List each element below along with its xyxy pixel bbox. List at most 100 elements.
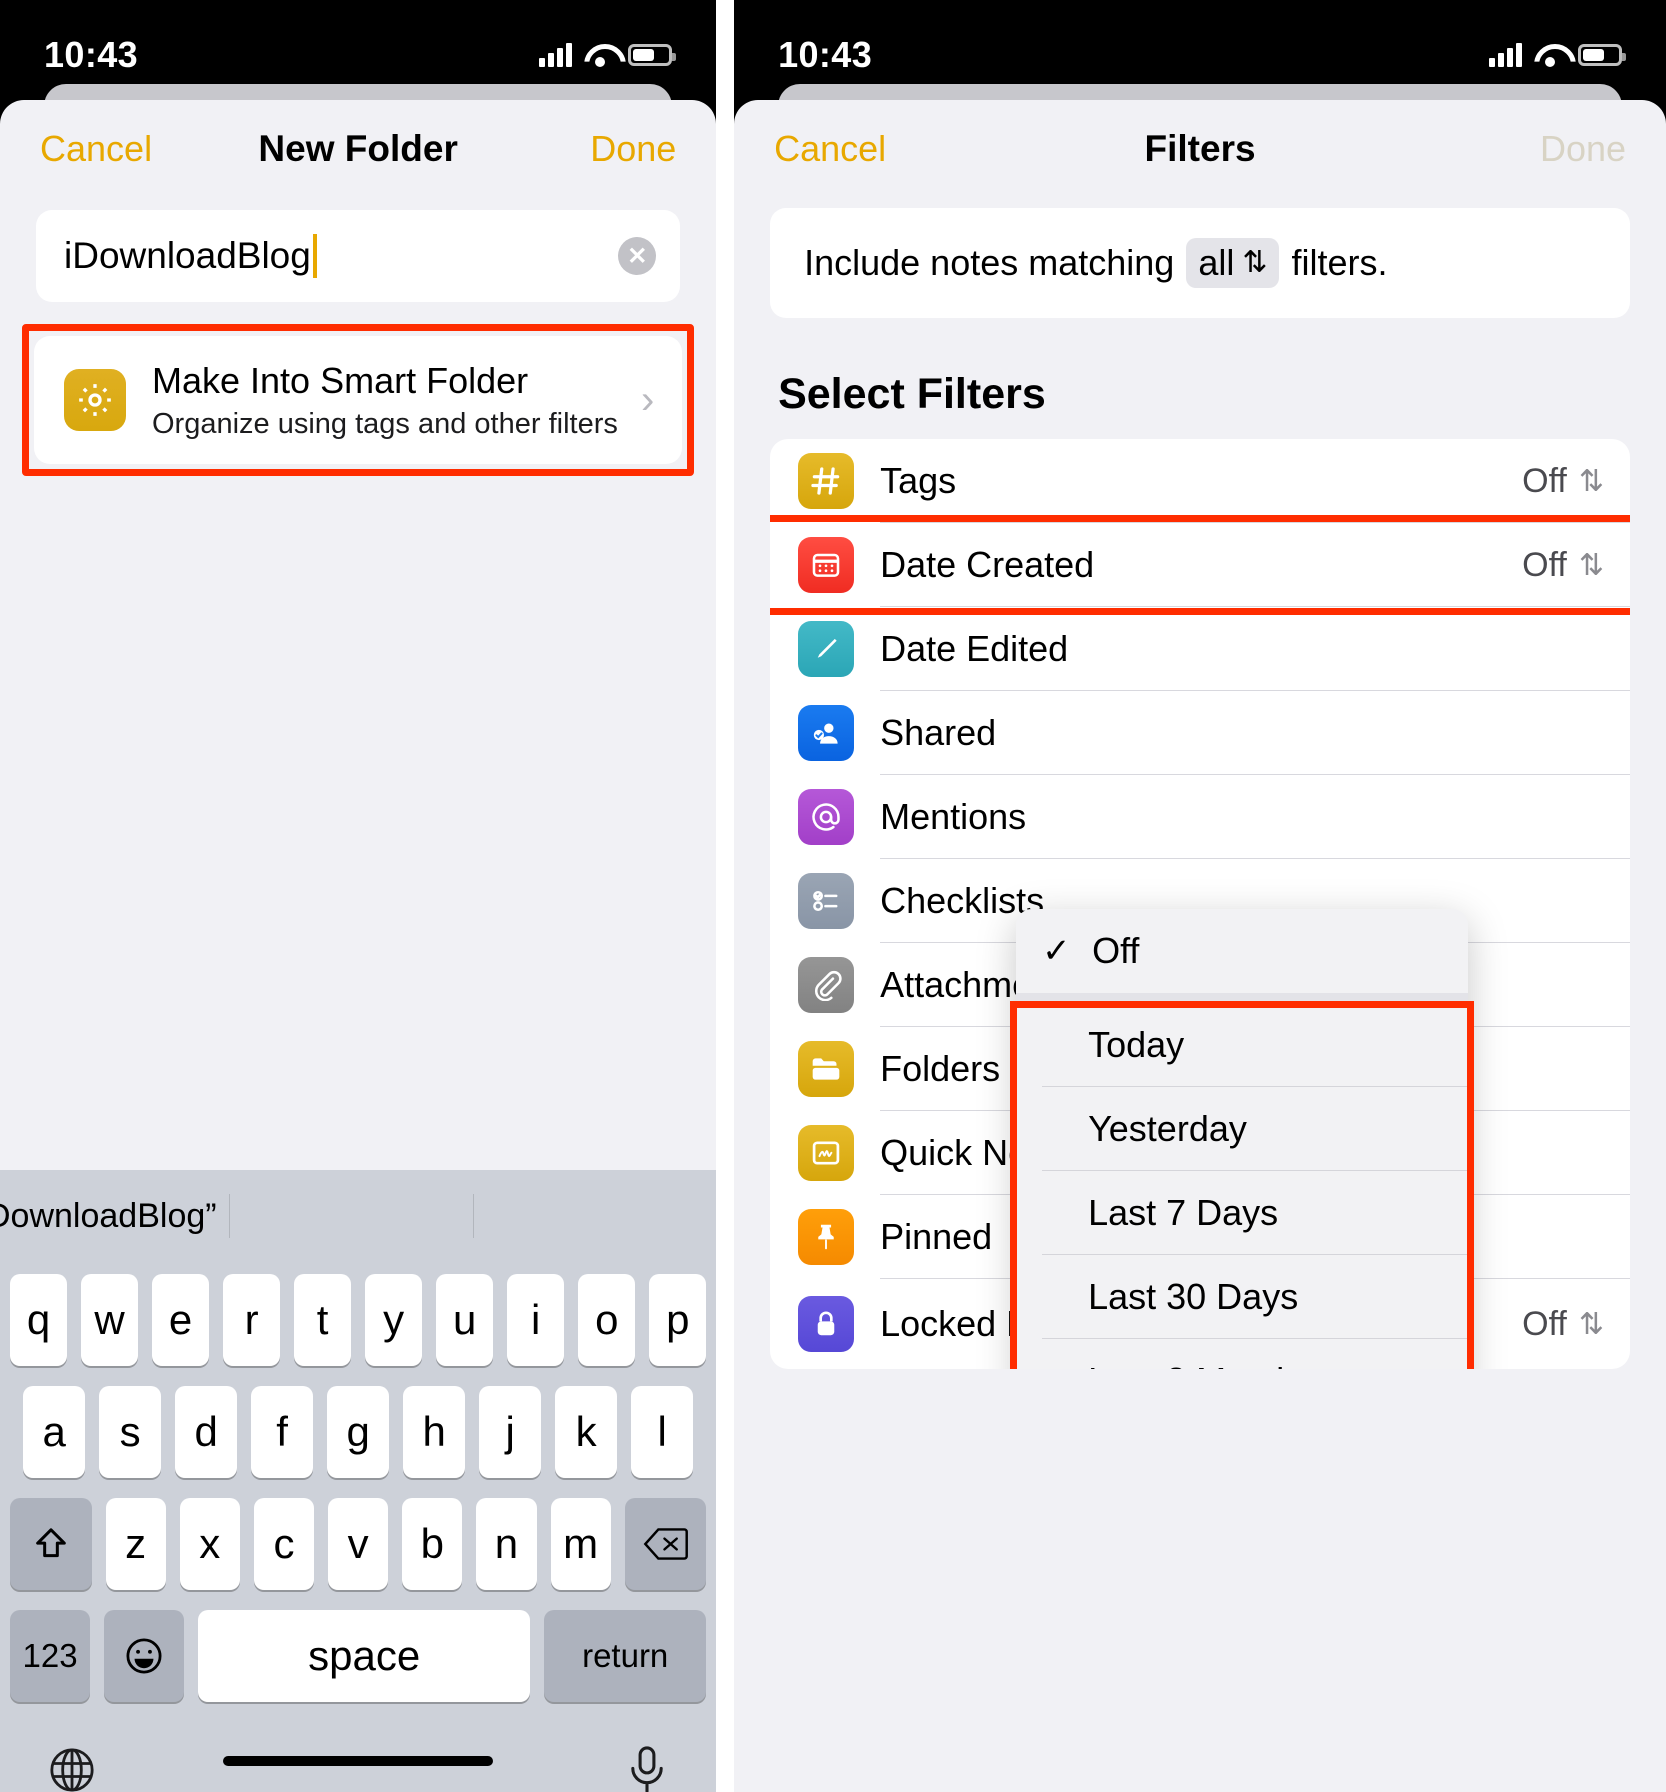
dual-screenshot-stage: 10:43 Cancel New Folder Done iDownloadBl… (0, 0, 1666, 1792)
key-s[interactable]: s (99, 1386, 162, 1478)
make-into-smart-folder-row[interactable]: Make Into Smart Folder Organize using ta… (34, 336, 683, 464)
status-bar-left: 10:43 (0, 0, 716, 88)
text-caret (312, 234, 317, 278)
prediction-bar: DownloadBlog” (0, 1170, 716, 1262)
done-button[interactable]: Done (590, 128, 676, 170)
filters-list: Tags Off ⇅ Date Created Off ⇅ Date Edite… (770, 439, 1631, 1369)
key-i[interactable]: i (507, 1274, 565, 1366)
key-x[interactable]: x (179, 1498, 240, 1590)
prediction-1[interactable]: DownloadBlog” (0, 1197, 229, 1236)
section-title: Select Filters (778, 370, 1046, 418)
panel-divider (716, 0, 735, 1792)
done-button: Done (1539, 128, 1627, 169)
key-k[interactable]: k (555, 1386, 618, 1478)
folder-name-field-wrap: iDownloadBlog ✕ (0, 198, 716, 302)
pencil-icon (798, 621, 855, 677)
filter-label: Date Created (880, 544, 1095, 585)
checkmark-icon: ✓ (1042, 932, 1071, 970)
cancel-button[interactable]: Cancel (40, 128, 152, 170)
key-n[interactable]: n (476, 1498, 537, 1590)
key-h[interactable]: h (403, 1386, 466, 1478)
left-phone-screen: 10:43 Cancel New Folder Done iDownloadBl… (0, 0, 717, 1792)
up-down-chevron-icon[interactable]: ⇅ (1579, 1307, 1604, 1342)
cellular-signal-icon (539, 43, 573, 67)
key-g[interactable]: g (327, 1386, 390, 1478)
key-p[interactable]: p (649, 1274, 707, 1366)
filter-row-date-edited[interactable]: Date Edited (770, 607, 1631, 691)
up-down-chevron-icon[interactable]: ⇅ (1579, 464, 1604, 499)
smart-folder-title: Make Into Smart Folder (152, 359, 529, 401)
menu-group-divider (1016, 993, 1469, 1003)
return-key[interactable]: return (544, 1610, 707, 1702)
keyboard-row-1: q w e r t y u i o p (0, 1274, 716, 1366)
key-d[interactable]: d (175, 1386, 238, 1478)
menu-item-last-30-days[interactable]: Last 30 Days (1016, 1255, 1469, 1339)
key-w[interactable]: w (81, 1274, 139, 1366)
key-c[interactable]: c (253, 1498, 315, 1590)
key-t[interactable]: t (294, 1274, 352, 1366)
key-r[interactable]: r (223, 1274, 281, 1366)
filter-row-tags[interactable]: Tags Off ⇅ (770, 439, 1631, 523)
filter-row-mentions[interactable]: Mentions (770, 775, 1631, 859)
menu-item-yesterday[interactable]: Yesterday (1016, 1087, 1469, 1171)
filter-label: Date Edited (880, 628, 1069, 669)
up-down-chevron-icon[interactable]: ⇅ (1579, 548, 1604, 583)
lock-icon (798, 1296, 855, 1352)
key-e[interactable]: e (152, 1274, 210, 1366)
status-icons (1489, 43, 1627, 67)
menu-item-off[interactable]: ✓ Off (1016, 909, 1468, 993)
key-u[interactable]: u (436, 1274, 494, 1366)
key-b[interactable]: b (402, 1498, 463, 1590)
match-rule-suffix: filters. (1291, 242, 1388, 283)
filter-value: Off (1522, 461, 1567, 500)
filter-row-date-created[interactable]: Date Created Off ⇅ (770, 523, 1631, 607)
clear-circle-icon[interactable]: ✕ (618, 237, 657, 275)
battery-icon (628, 44, 677, 66)
key-v[interactable]: v (328, 1498, 389, 1590)
keyboard-footer (0, 1702, 716, 1792)
globe-icon[interactable] (46, 1744, 98, 1792)
menu-item-last-7-days[interactable]: Last 7 Days (1016, 1171, 1469, 1255)
status-bar-right: 10:43 (734, 0, 1666, 88)
status-time: 10:43 (778, 34, 873, 75)
date-created-menu: ✓ Off Today Yesterday Last 7 Days Last 3… (1016, 909, 1469, 1369)
filter-value: Off (1522, 545, 1567, 584)
key-o[interactable]: o (578, 1274, 636, 1366)
key-q[interactable]: q (9, 1274, 68, 1366)
match-rule-selected: all (1198, 242, 1235, 283)
prediction-divider (228, 1194, 230, 1238)
key-m[interactable]: m (550, 1498, 611, 1590)
menu-item-last-3-months[interactable]: Last 3 Months (1016, 1339, 1468, 1369)
filter-label: Mentions (880, 796, 1027, 837)
right-navbar: Cancel Filters Done (734, 100, 1666, 198)
pin-icon (798, 1209, 855, 1265)
match-rule-selector[interactable]: all ⇅ (1186, 238, 1280, 288)
up-down-chevron-icon: ⇅ (1242, 246, 1268, 279)
key-z[interactable]: z (105, 1498, 166, 1590)
quicknote-icon (798, 1125, 855, 1181)
key-j[interactable]: j (479, 1386, 542, 1478)
key-a[interactable]: a (23, 1386, 86, 1478)
microphone-icon[interactable] (624, 1744, 670, 1792)
numbers-key[interactable]: 123 (10, 1610, 91, 1702)
cancel-button[interactable]: Cancel (774, 128, 886, 170)
status-time: 10:43 (44, 34, 139, 75)
folder-icon (798, 1041, 855, 1097)
folder-name-input[interactable]: iDownloadBlog ✕ (36, 210, 681, 302)
menu-item-label: Last 7 Days (1088, 1192, 1279, 1233)
key-y[interactable]: y (365, 1274, 423, 1366)
key-f[interactable]: f (251, 1386, 314, 1478)
menu-item-label: Off (1092, 930, 1140, 971)
emoji-smiley-icon[interactable] (104, 1610, 185, 1702)
filter-value: Off (1522, 1304, 1567, 1343)
shift-arrow-icon[interactable] (10, 1498, 92, 1590)
prediction-divider (472, 1194, 474, 1238)
key-l[interactable]: l (631, 1386, 694, 1478)
match-rule-row: Include notes matching all ⇅ filters. (770, 208, 1631, 318)
backspace-icon[interactable] (624, 1498, 707, 1590)
menu-item-today[interactable]: Today (1016, 1003, 1469, 1087)
filter-row-shared[interactable]: Shared (770, 691, 1631, 775)
space-key[interactable]: space (198, 1610, 531, 1702)
paperclip-icon (798, 957, 855, 1013)
chevron-right-icon: › (640, 377, 655, 422)
